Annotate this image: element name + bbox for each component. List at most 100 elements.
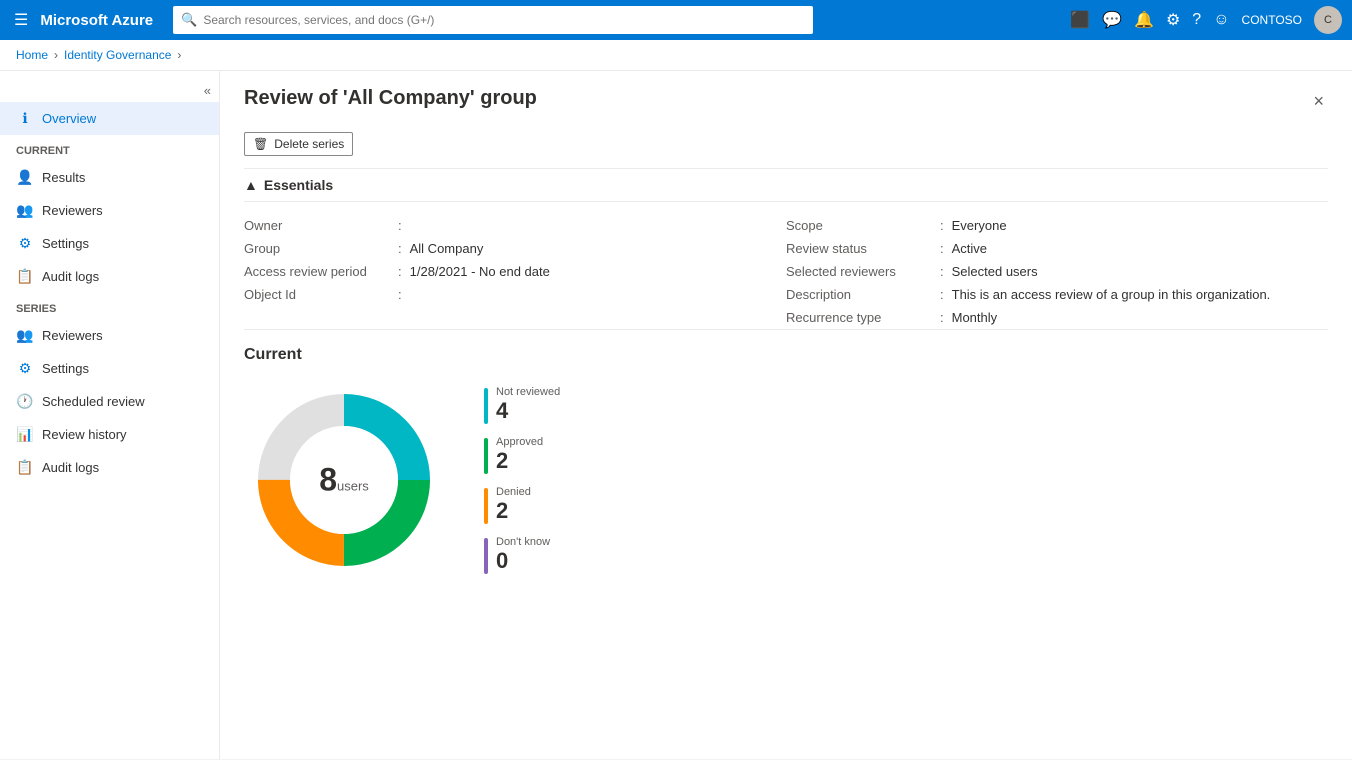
essentials-label: Essentials (264, 177, 333, 193)
objectid-label: Object Id (244, 287, 394, 302)
help-icon[interactable]: ? (1192, 11, 1201, 29)
scope-label: Scope (786, 218, 936, 233)
breadcrumb-home[interactable]: Home (16, 48, 48, 62)
toolbar: 🗑 Delete series (220, 128, 1352, 168)
review-status-value: Active (952, 241, 987, 256)
sidebar-label-auditlogs-current: Audit logs (42, 269, 99, 284)
sidebar-section-series: Series (0, 293, 219, 319)
info-icon: ℹ (16, 110, 34, 127)
legend: Not reviewed 4 Approved 2 (484, 386, 560, 574)
legend-approved: Approved 2 (484, 436, 560, 474)
review-status-label: Review status (786, 241, 936, 256)
chart-icon: 📊 (16, 426, 34, 443)
sidebar-item-results[interactable]: 👤 Results (0, 161, 219, 194)
clipboard-icon-2: 📋 (16, 459, 34, 476)
people-icon: 👥 (16, 202, 34, 219)
page-layout: « ℹ Overview Current 👤 Results 👥 Reviewe… (0, 71, 1352, 759)
page-header: Review of 'All Company' group × (220, 71, 1352, 128)
close-button[interactable]: × (1309, 87, 1328, 116)
sidebar-item-reviewers-current[interactable]: 👥 Reviewers (0, 194, 219, 227)
breadcrumb-identity-governance[interactable]: Identity Governance (64, 48, 171, 62)
current-title: Current (244, 346, 1328, 364)
main-content: Review of 'All Company' group × 🗑 Delete… (220, 71, 1352, 759)
sidebar-label-reviewers-series: Reviewers (42, 328, 103, 343)
essentials-row-group: Group : All Company (244, 237, 786, 260)
sidebar-item-review-history[interactable]: 📊 Review history (0, 418, 219, 451)
legend-bar-dont-know (484, 538, 488, 574)
sidebar-item-reviewers-series[interactable]: 👥 Reviewers (0, 319, 219, 352)
breadcrumb-sep-1: › (54, 48, 58, 62)
essentials-row-objectid: Object Id : (244, 283, 786, 306)
feedback-icon[interactable]: 💬 (1102, 10, 1122, 30)
recurrence-label: Recurrence type (786, 310, 936, 325)
description-label: Description (786, 287, 936, 302)
essentials-row-description: Description : This is an access review o… (786, 283, 1328, 306)
sidebar-label-settings-series: Settings (42, 361, 89, 376)
sidebar-collapse-btn[interactable]: « (0, 79, 219, 102)
sidebar-item-settings-current[interactable]: ⚙ Settings (0, 227, 219, 260)
legend-bar-not-reviewed (484, 388, 488, 424)
sidebar-label-auditlogs-series: Audit logs (42, 460, 99, 475)
owner-label: Owner (244, 218, 394, 233)
group-label: Group (244, 241, 394, 256)
search-bar[interactable]: 🔍 (173, 6, 813, 34)
gear-icon-2: ⚙ (16, 360, 34, 377)
access-period-value: 1/28/2021 - No end date (410, 264, 550, 279)
breadcrumb: Home › Identity Governance › (0, 40, 1352, 71)
delete-series-button[interactable]: 🗑 Delete series (244, 132, 353, 156)
essentials-row-scope: Scope : Everyone (786, 214, 1328, 237)
notifications-icon[interactable]: 🔔 (1134, 10, 1154, 30)
gear-icon: ⚙ (16, 235, 34, 252)
legend-dont-know: Don't know 0 (484, 536, 560, 574)
topnav: ☰ Microsoft Azure 🔍 ⬛ 💬 🔔 ⚙ ? ☺ CONTOSO … (0, 0, 1352, 40)
essentials-left: Owner : Group : All Company Access revie… (244, 214, 786, 329)
current-section: Current (220, 330, 1352, 596)
sidebar-label-results: Results (42, 170, 85, 185)
essentials-row-review-status: Review status : Active (786, 237, 1328, 260)
sidebar-label-settings-current: Settings (42, 236, 89, 251)
legend-count-approved: 2 (496, 448, 543, 474)
breadcrumb-sep-2: › (177, 48, 181, 62)
selected-reviewers-label: Selected reviewers (786, 264, 936, 279)
sidebar-item-auditlogs-current[interactable]: 📋 Audit logs (0, 260, 219, 293)
sidebar-item-overview[interactable]: ℹ Overview (0, 102, 219, 135)
legend-count-denied: 2 (496, 498, 531, 524)
donut-chart: 8users (244, 380, 444, 580)
avatar[interactable]: C (1314, 6, 1342, 34)
hamburger-menu[interactable]: ☰ (10, 6, 32, 34)
legend-count-dont-know: 0 (496, 548, 550, 574)
legend-name-dont-know: Don't know (496, 536, 550, 548)
clipboard-icon: 📋 (16, 268, 34, 285)
cloud-shell-icon[interactable]: ⬛ (1070, 10, 1090, 30)
sidebar-item-scheduled-review[interactable]: 🕐 Scheduled review (0, 385, 219, 418)
search-input[interactable] (203, 13, 805, 27)
legend-count-not-reviewed: 4 (496, 398, 560, 424)
sidebar-label-review-history: Review history (42, 427, 127, 442)
username[interactable]: CONTOSO (1242, 13, 1302, 27)
donut-total: 8 (319, 462, 337, 498)
person-icon: 👤 (16, 169, 34, 186)
essentials-row-access-period: Access review period : 1/28/2021 - No en… (244, 260, 786, 283)
description-value: This is an access review of a group in t… (952, 287, 1271, 302)
chart-container: 8users Not reviewed 4 (244, 380, 1328, 580)
delete-series-label: Delete series (274, 137, 344, 151)
essentials-grid: Owner : Group : All Company Access revie… (244, 214, 1328, 329)
essentials-row-recurrence: Recurrence type : Monthly (786, 306, 1328, 329)
legend-bar-approved (484, 438, 488, 474)
essentials-right: Scope : Everyone Review status : Active … (786, 214, 1328, 329)
sidebar-item-auditlogs-series[interactable]: 📋 Audit logs (0, 451, 219, 484)
sidebar-label-reviewers-current: Reviewers (42, 203, 103, 218)
selected-reviewers-value: Selected users (952, 264, 1038, 279)
legend-bar-denied (484, 488, 488, 524)
chevron-up-icon: ▲ (244, 177, 258, 193)
essentials-header[interactable]: ▲ Essentials (244, 168, 1328, 202)
sidebar-label-scheduled-review: Scheduled review (42, 394, 145, 409)
recurrence-value: Monthly (952, 310, 998, 325)
brand-name: Microsoft Azure (40, 12, 153, 29)
essentials-section: ▲ Essentials Owner : Group : All Company (220, 168, 1352, 329)
sidebar-section-current: Current (0, 135, 219, 161)
scope-value: Everyone (952, 218, 1007, 233)
smile-icon[interactable]: ☺ (1213, 11, 1229, 29)
settings-icon[interactable]: ⚙ (1166, 10, 1180, 30)
sidebar-item-settings-series[interactable]: ⚙ Settings (0, 352, 219, 385)
